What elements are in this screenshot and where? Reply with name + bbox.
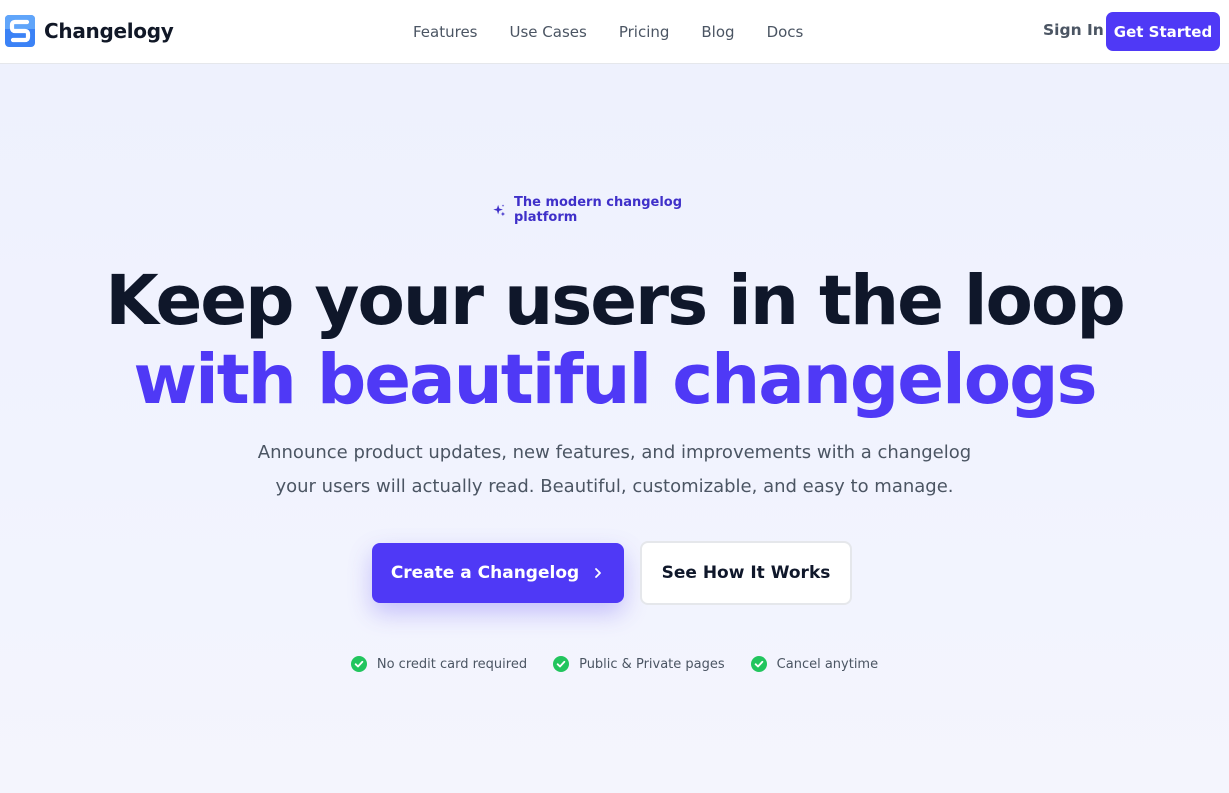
hero-headline: Keep your users in the loop with beautif… [0,262,1229,420]
main-nav: Features Use Cases Pricing Blog Docs [413,0,803,64]
hero-section: The modern changelog platform Keep your … [0,64,1229,793]
see-how-it-works-button[interactable]: See How It Works [640,541,852,605]
nav-link-features[interactable]: Features [413,23,478,41]
check-circle-icon [350,656,367,672]
brand-link[interactable]: Changelogy [5,15,174,47]
perk-item: No credit card required [350,656,528,672]
hero-subtitle: Announce product updates, new features, … [250,436,979,504]
perk-text: No credit card required [376,656,528,672]
perk-item: Cancel anytime [750,656,879,672]
perk-text: Cancel anytime [776,656,879,672]
perk-item: Public & Private pages [553,656,725,672]
perk-text: Public & Private pages [579,656,725,672]
brand-name: Changelogy [44,19,174,43]
badge-text: The modern changelog platform [513,195,683,225]
subtitle-line-2: your users will actually read. Beautiful… [275,476,954,497]
nav-link-use-cases[interactable]: Use Cases [510,23,587,41]
nav-link-pricing[interactable]: Pricing [619,23,670,41]
create-changelog-label: Create a Changelog [390,563,580,583]
headline-line-2: with beautiful changelogs [133,340,1097,420]
chevron-right-icon [595,568,602,578]
hero-badge: The modern changelog platform [492,195,734,225]
create-changelog-button[interactable]: Create a Changelog [372,543,624,603]
sparkles-icon [493,203,506,216]
nav-link-docs[interactable]: Docs [767,23,804,41]
check-circle-icon [750,656,767,672]
changelogy-logo-icon [5,15,35,47]
get-started-button[interactable]: Get Started [1106,12,1220,51]
perks-list: No credit card required Public & Private… [0,654,1229,674]
check-circle-icon [553,656,570,672]
nav-link-blog[interactable]: Blog [701,23,734,41]
headline-line-1: Keep your users in the loop [105,261,1126,341]
sign-in-link[interactable]: Sign In [1043,21,1104,39]
subtitle-line-1: Announce product updates, new features, … [257,442,972,463]
top-navbar: Changelogy Features Use Cases Pricing Bl… [0,0,1229,64]
